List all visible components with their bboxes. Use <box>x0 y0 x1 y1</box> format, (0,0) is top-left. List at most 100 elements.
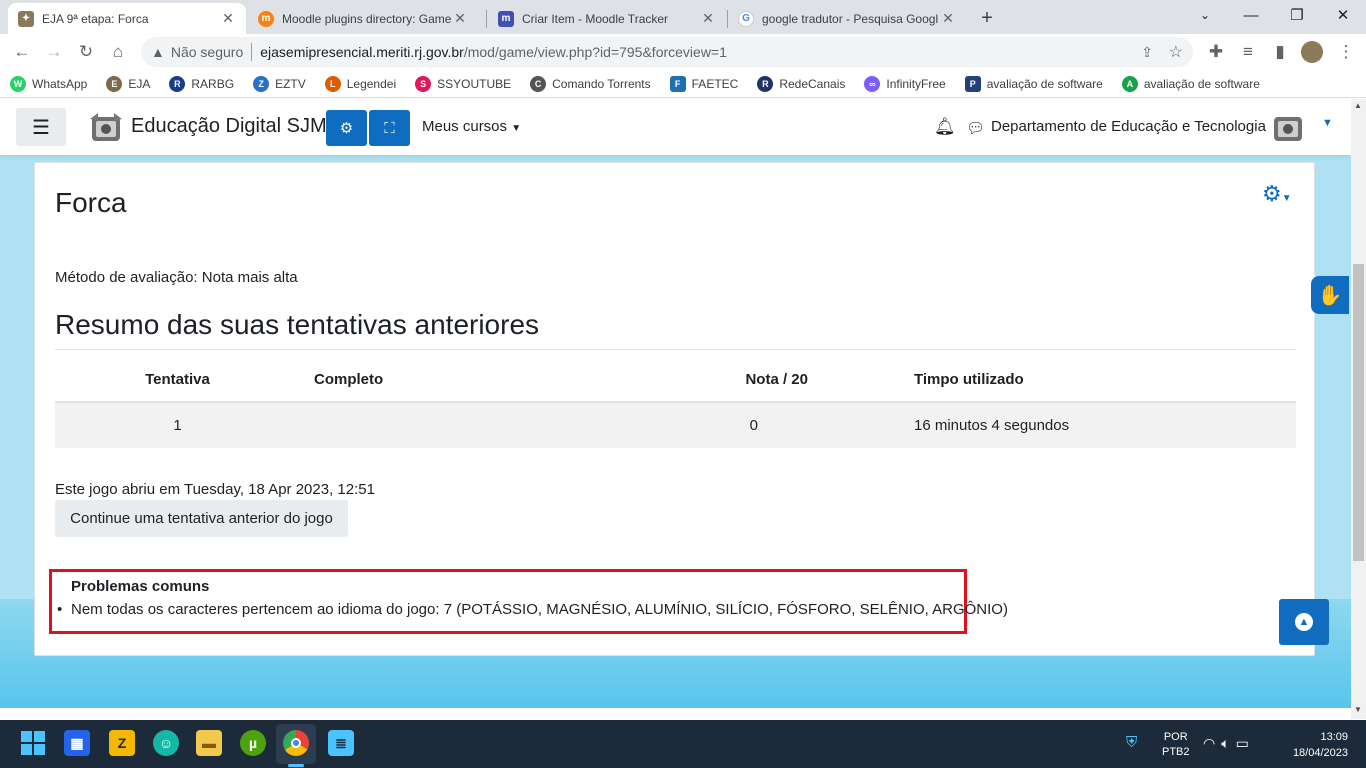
close-tab-icon[interactable]: ✕ <box>940 10 956 27</box>
drawer-toggle-button[interactable]: ☰ <box>16 108 66 146</box>
bookmark-ssyoutube[interactable]: S SSYOUTUBE <box>415 75 511 92</box>
close-tab-icon[interactable]: ✕ <box>220 10 236 27</box>
scrollbar-thumb[interactable] <box>1353 264 1364 561</box>
site-name[interactable]: Educação Digital SJM <box>131 115 327 138</box>
address-bar[interactable]: ▲ Não seguro ejasemipresencial.meriti.rj… <box>141 37 1193 67</box>
close-tab-icon[interactable]: ✕ <box>700 10 716 27</box>
security-shield-icon[interactable]: ⛨ <box>1126 734 1137 751</box>
continue-attempt-button[interactable]: Continue uma tentativa anterior do jogo <box>55 500 348 537</box>
media-icon[interactable]: ≡ <box>1234 38 1262 66</box>
back-button[interactable]: ← <box>8 38 36 66</box>
user-avatar[interactable] <box>1270 111 1306 145</box>
volume-icon[interactable]: 🔈︎ <box>1221 735 1235 751</box>
active-indicator <box>288 764 304 767</box>
tab-title: EJA 9ª etapa: Forca <box>42 11 149 26</box>
bookmark-faetec[interactable]: F FAETEC <box>669 75 738 92</box>
my-courses-menu[interactable]: Meus cursos ▼ <box>422 118 521 135</box>
winrar-icon[interactable]: Z <box>109 730 135 756</box>
menu-kebab-icon[interactable]: ⋮ <box>1332 38 1360 66</box>
tab-moodle-plugins[interactable]: m Moodle plugins directory: Game ✕ <box>248 3 478 34</box>
common-problems-title: Problemas comuns <box>71 578 210 595</box>
clock[interactable]: 13:09 18/04/2023 <box>1284 729 1348 761</box>
battery-icon[interactable]: ▭ <box>1236 735 1255 751</box>
redecanais-icon: R <box>757 75 774 92</box>
page-scrollbar[interactable]: ▲ ▼ <box>1351 99 1366 719</box>
chrome-icon[interactable] <box>283 730 309 756</box>
new-tab-button[interactable]: + <box>972 3 1002 34</box>
bookmark-whatsapp[interactable]: W WhatsApp <box>10 75 87 92</box>
cell-grade: 0 <box>638 402 808 448</box>
tab-google-search[interactable]: G google tradutor - Pesquisa Googl ✕ <box>728 3 966 34</box>
home-button[interactable]: ⌂ <box>104 38 132 66</box>
site-logo-seal-icon[interactable] <box>88 111 124 145</box>
wifi-icon[interactable]: ◠ <box>1203 735 1221 751</box>
side-panel-icon[interactable]: ▮ <box>1266 38 1294 66</box>
page-title: Forca <box>55 187 127 218</box>
caret-down-icon: ▼ <box>511 123 522 134</box>
browser-toolbar: ← → ↻ ⌂ ▲ Não seguro ejasemipresencial.m… <box>0 34 1366 70</box>
attempts-table: Tentativa Completo Nota / 20 Timpo utili… <box>55 358 1296 448</box>
share-icon[interactable]: ⇪ <box>1141 44 1153 61</box>
sitemap-button[interactable]: ⛶ <box>369 110 410 146</box>
bookmark-eztv[interactable]: Z EZTV <box>253 75 306 92</box>
bookmark-redecanais[interactable]: R RedeCanais <box>757 75 845 92</box>
attempts-summary-heading: Resumo das suas tentativas anteriores <box>55 309 540 340</box>
notepad-icon[interactable]: ≣ <box>328 730 354 756</box>
scroll-up-arrow-icon[interactable]: ▲ <box>1354 101 1362 110</box>
user-menu-name[interactable]: Departamento de Educação e Tecnologia <box>991 118 1266 135</box>
grading-method: Método de avaliação: Nota mais alta <box>55 269 298 286</box>
forward-button[interactable]: → <box>40 38 68 66</box>
back-to-top-button[interactable]: ▲ <box>1279 599 1329 645</box>
input-language-indicator[interactable]: POR PTB2 <box>1162 730 1190 760</box>
settings-gear-icon[interactable]: ⚙▼ <box>1262 181 1292 207</box>
tab-moodle-tracker[interactable]: m Criar Item - Moodle Tracker ✕ <box>488 3 726 34</box>
file-explorer-icon[interactable]: ▬ <box>196 730 222 756</box>
tab-eja-forca[interactable]: ✦ EJA 9ª etapa: Forca ✕ <box>8 3 246 34</box>
bookmark-star-icon[interactable]: ☆ <box>1169 42 1183 62</box>
app-icon[interactable]: ☺ <box>153 730 179 756</box>
caret-down-icon[interactable]: ▼ <box>1322 117 1333 129</box>
browser-tab-strip: ✦ EJA 9ª etapa: Forca ✕ m Moodle plugins… <box>0 0 1366 34</box>
bookmark-rarbg[interactable]: R RARBG <box>169 75 234 92</box>
bookmark-comando-torrents[interactable]: C Comando Torrents <box>530 75 651 92</box>
tray-status-icons[interactable]: ◠🔈︎▭ <box>1203 735 1255 752</box>
restore-button[interactable]: ❐ <box>1274 0 1320 30</box>
security-label[interactable]: Não seguro <box>171 44 243 60</box>
warning-icon[interactable]: ▲ <box>151 44 165 60</box>
utorrent-icon[interactable]: µ <box>240 730 266 756</box>
bookmark-legendei[interactable]: L Legendei <box>324 75 396 92</box>
close-tab-icon[interactable]: ✕ <box>452 10 468 27</box>
tab-search-chevron-icon[interactable]: ⌄ <box>1182 0 1228 30</box>
cell-attempt: 1 <box>55 402 300 448</box>
windows-start-icon[interactable] <box>20 730 46 756</box>
column-header-grade: Nota / 20 <box>638 358 808 403</box>
bookmark-avaliacao-software-2[interactable]: Aavaliação de software <box>1121 75 1260 92</box>
site-navbar: ☰ Educação Digital SJM ⚙ ⛶ Meus cursos ▼… <box>0 99 1351 155</box>
extensions-icon[interactable]: ✚ <box>1202 38 1230 66</box>
bullet: • <box>57 601 63 618</box>
url-host[interactable]: ejasemipresencial.meriti.rj.gov.br <box>260 44 464 60</box>
column-header-time: Timpo utilizado <box>808 358 1296 403</box>
faetec-icon: F <box>669 75 686 92</box>
chat-bubble-icon[interactable]: 💬︎ <box>966 119 985 137</box>
bookmark-eja[interactable]: E EJA <box>106 75 150 92</box>
bell-icon[interactable]: 🔔︎ <box>934 117 956 137</box>
game-opened-text: Este jogo abriu em Tuesday, 18 Apr 2023,… <box>55 481 375 498</box>
legendei-icon: L <box>324 75 341 92</box>
column-header-attempt: Tentativa <box>55 358 300 403</box>
whatsapp-icon: W <box>10 75 26 92</box>
profile-avatar[interactable] <box>1298 38 1326 66</box>
windows-taskbar: ▦ Z ☺ ▬ µ ≣ ⛨ POR PTB2 ◠🔈︎▭ 13:09 18/04/… <box>0 720 1366 768</box>
bookmark-avaliacao-software-1[interactable]: Pavaliação de software <box>964 75 1103 92</box>
reload-button[interactable]: ↻ <box>72 38 100 66</box>
cogs-button[interactable]: ⚙ <box>326 110 367 146</box>
close-window-button[interactable]: ✕ <box>1320 0 1366 30</box>
minimize-button[interactable]: — <box>1228 0 1274 30</box>
sign-language-hands-icon[interactable]: ✋ <box>1311 276 1349 314</box>
scroll-down-arrow-icon[interactable]: ▼ <box>1354 705 1362 714</box>
bookmark-infinityfree[interactable]: ∞ InfinityFree <box>864 75 946 92</box>
address-divider <box>251 43 253 61</box>
url-path[interactable]: /mod/game/view.php?id=795&forceview=1 <box>464 44 727 60</box>
bookmarks-bar: W WhatsApp E EJA R RARBG Z EZTV L Legendei SS… <box>0 70 1366 98</box>
microsoft-store-icon[interactable]: ▦ <box>64 730 90 756</box>
